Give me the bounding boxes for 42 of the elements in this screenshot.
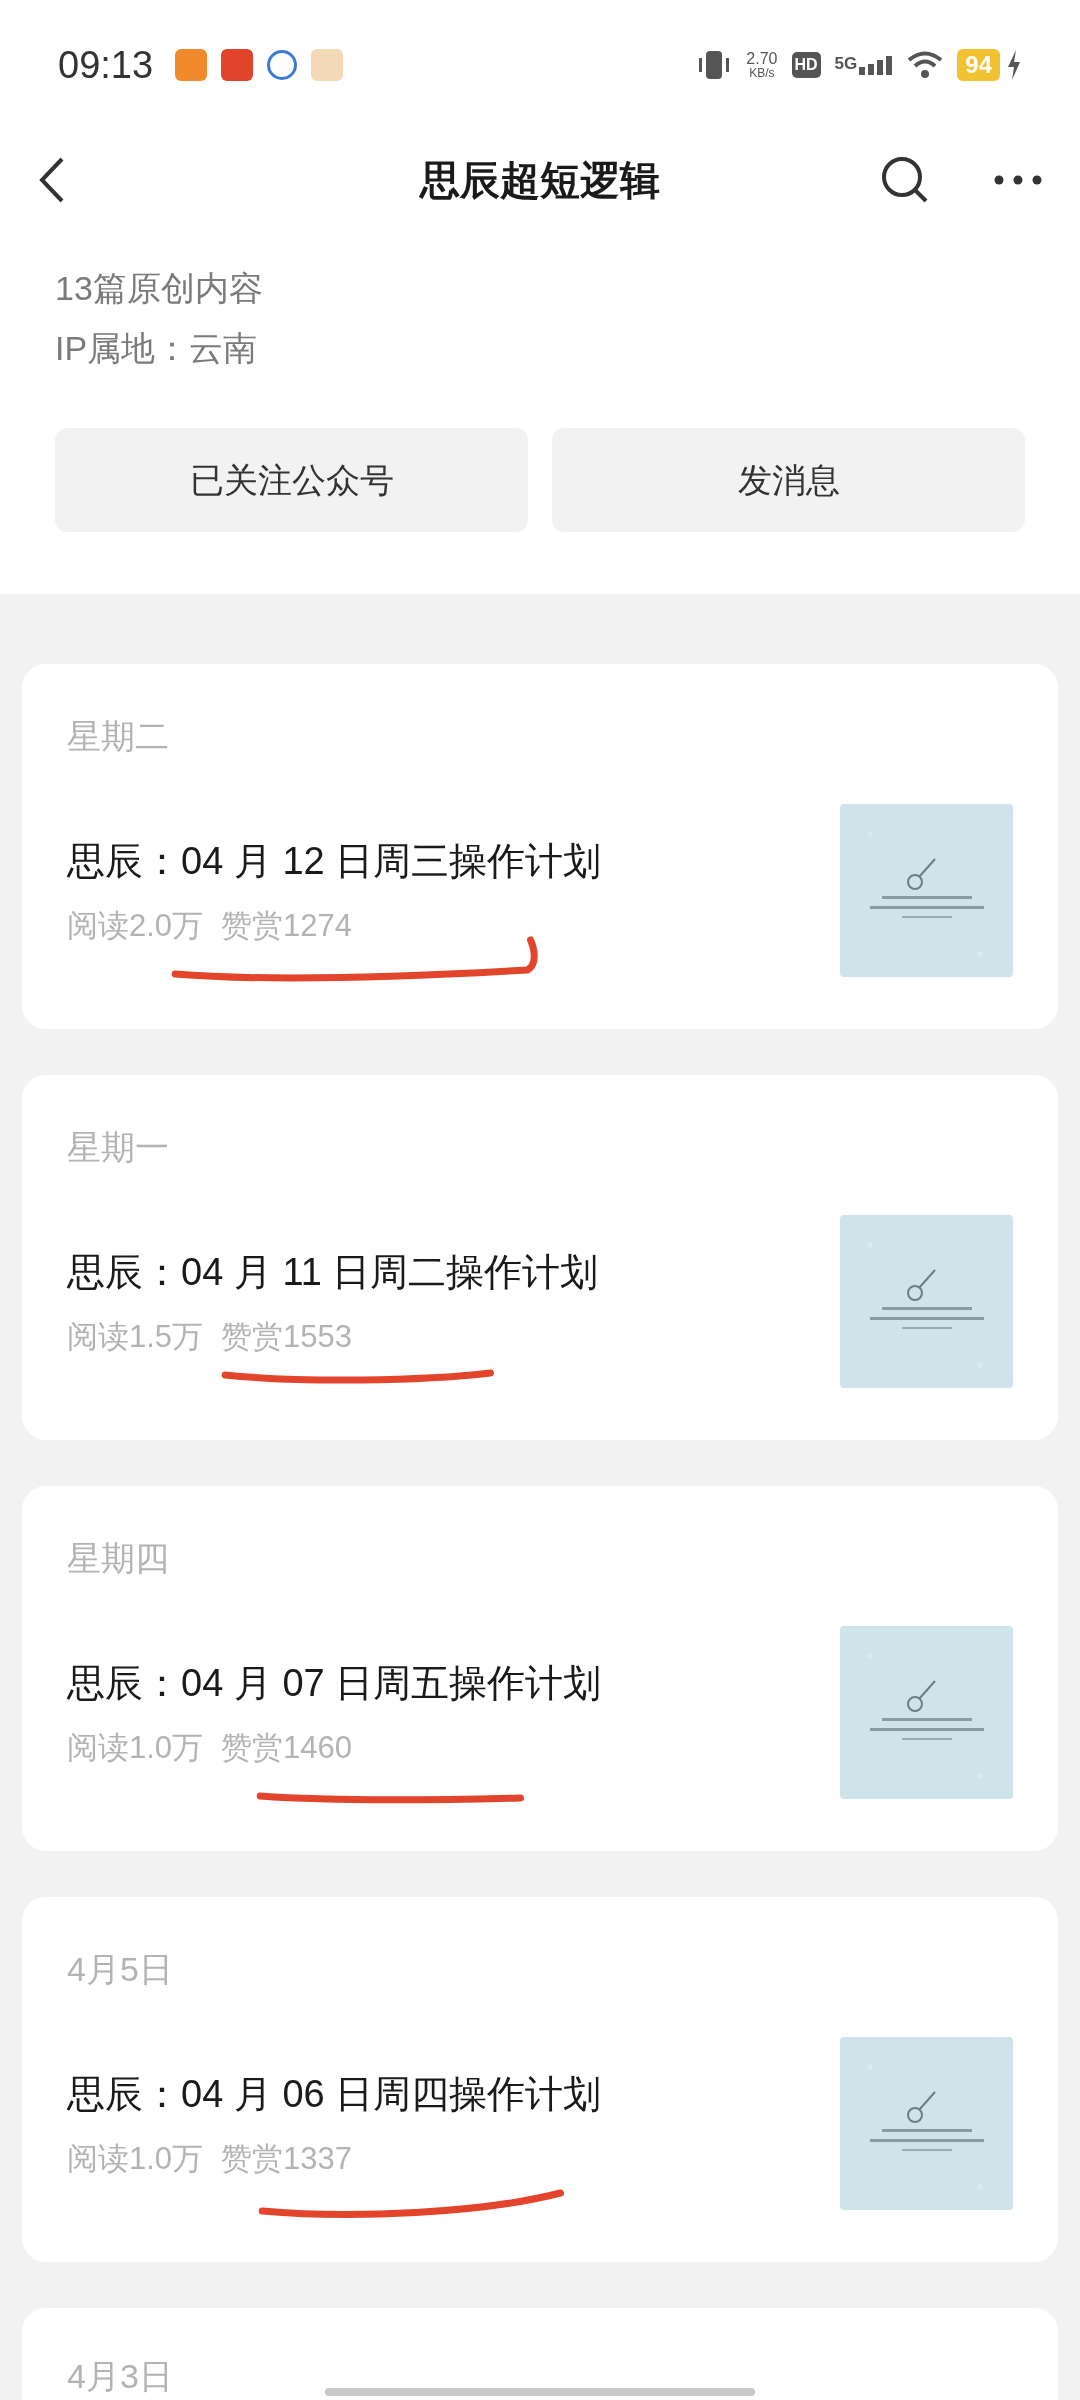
- article-title: 思辰：04 月 07 日周五操作计划: [67, 1660, 603, 1706]
- article-title: 思辰：04 月 11 日周二操作计划: [67, 1249, 600, 1295]
- app-notification-icon: [175, 49, 208, 81]
- more-icon[interactable]: [994, 175, 1042, 185]
- article-date: 星期一: [67, 1127, 170, 1168]
- article-card[interactable]: 星期四 思辰：04 月 07 日周五操作计划 阅读1.0万 赞赏1460: [22, 1486, 1058, 1851]
- app-notification-icon: [221, 49, 254, 81]
- ip-location: IP属地：云南: [55, 328, 259, 369]
- status-time: 09:13: [58, 42, 154, 88]
- page-title: 思辰超短逻辑: [420, 157, 660, 204]
- app-notification-icon: [311, 49, 344, 81]
- read-count: 阅读1.5万: [67, 1317, 204, 1356]
- article-title: 思辰：04 月 06 日周四操作计划: [67, 2071, 603, 2117]
- reward-count: 赞赏1274: [221, 906, 353, 945]
- article-count: 13篇原创内容: [55, 268, 264, 309]
- back-icon[interactable]: [38, 156, 66, 204]
- network-speed-unit: KB/s: [749, 67, 775, 79]
- search-icon[interactable]: [880, 155, 930, 205]
- network-type: 5G: [834, 55, 858, 73]
- article-date: 星期四: [67, 1538, 170, 1579]
- reward-count: 赞赏1460: [221, 1728, 353, 1767]
- article-card[interactable]: 4月5日 思辰：04 月 06 日周四操作计划 阅读1.0万 赞赏1337: [22, 1897, 1058, 2262]
- charging-icon: [1006, 50, 1022, 80]
- battery-level: 94: [957, 49, 1000, 81]
- read-count: 阅读2.0万: [67, 906, 204, 945]
- article-card[interactable]: 星期二 思辰：04 月 12 日周三操作计划 阅读2.0万 赞赏1274: [22, 664, 1058, 1029]
- article-date: 4月5日: [67, 1949, 174, 1990]
- action-button[interactable]: 已关注公众号: [55, 428, 528, 532]
- app-notification-icon: [267, 50, 298, 80]
- network-speed: 2.70: [746, 51, 778, 67]
- read-count: 阅读1.0万: [67, 1728, 204, 1767]
- action-button[interactable]: 发消息: [552, 428, 1025, 532]
- wifi-icon: [907, 51, 944, 79]
- signal-icon: [859, 55, 894, 75]
- hd-badge: HD: [791, 52, 821, 78]
- article-date: 星期二: [67, 716, 170, 757]
- article-title: 思辰：04 月 12 日周三操作计划: [67, 838, 603, 884]
- read-count: 阅读1.0万: [67, 2139, 204, 2178]
- article-card[interactable]: 星期一 思辰：04 月 11 日周二操作计划 阅读1.5万 赞赏1553: [22, 1075, 1058, 1440]
- reward-count: 赞赏1553: [221, 1317, 353, 1356]
- article-date: 4月3日: [67, 2356, 173, 2396]
- reward-count: 赞赏1337: [221, 2139, 353, 2178]
